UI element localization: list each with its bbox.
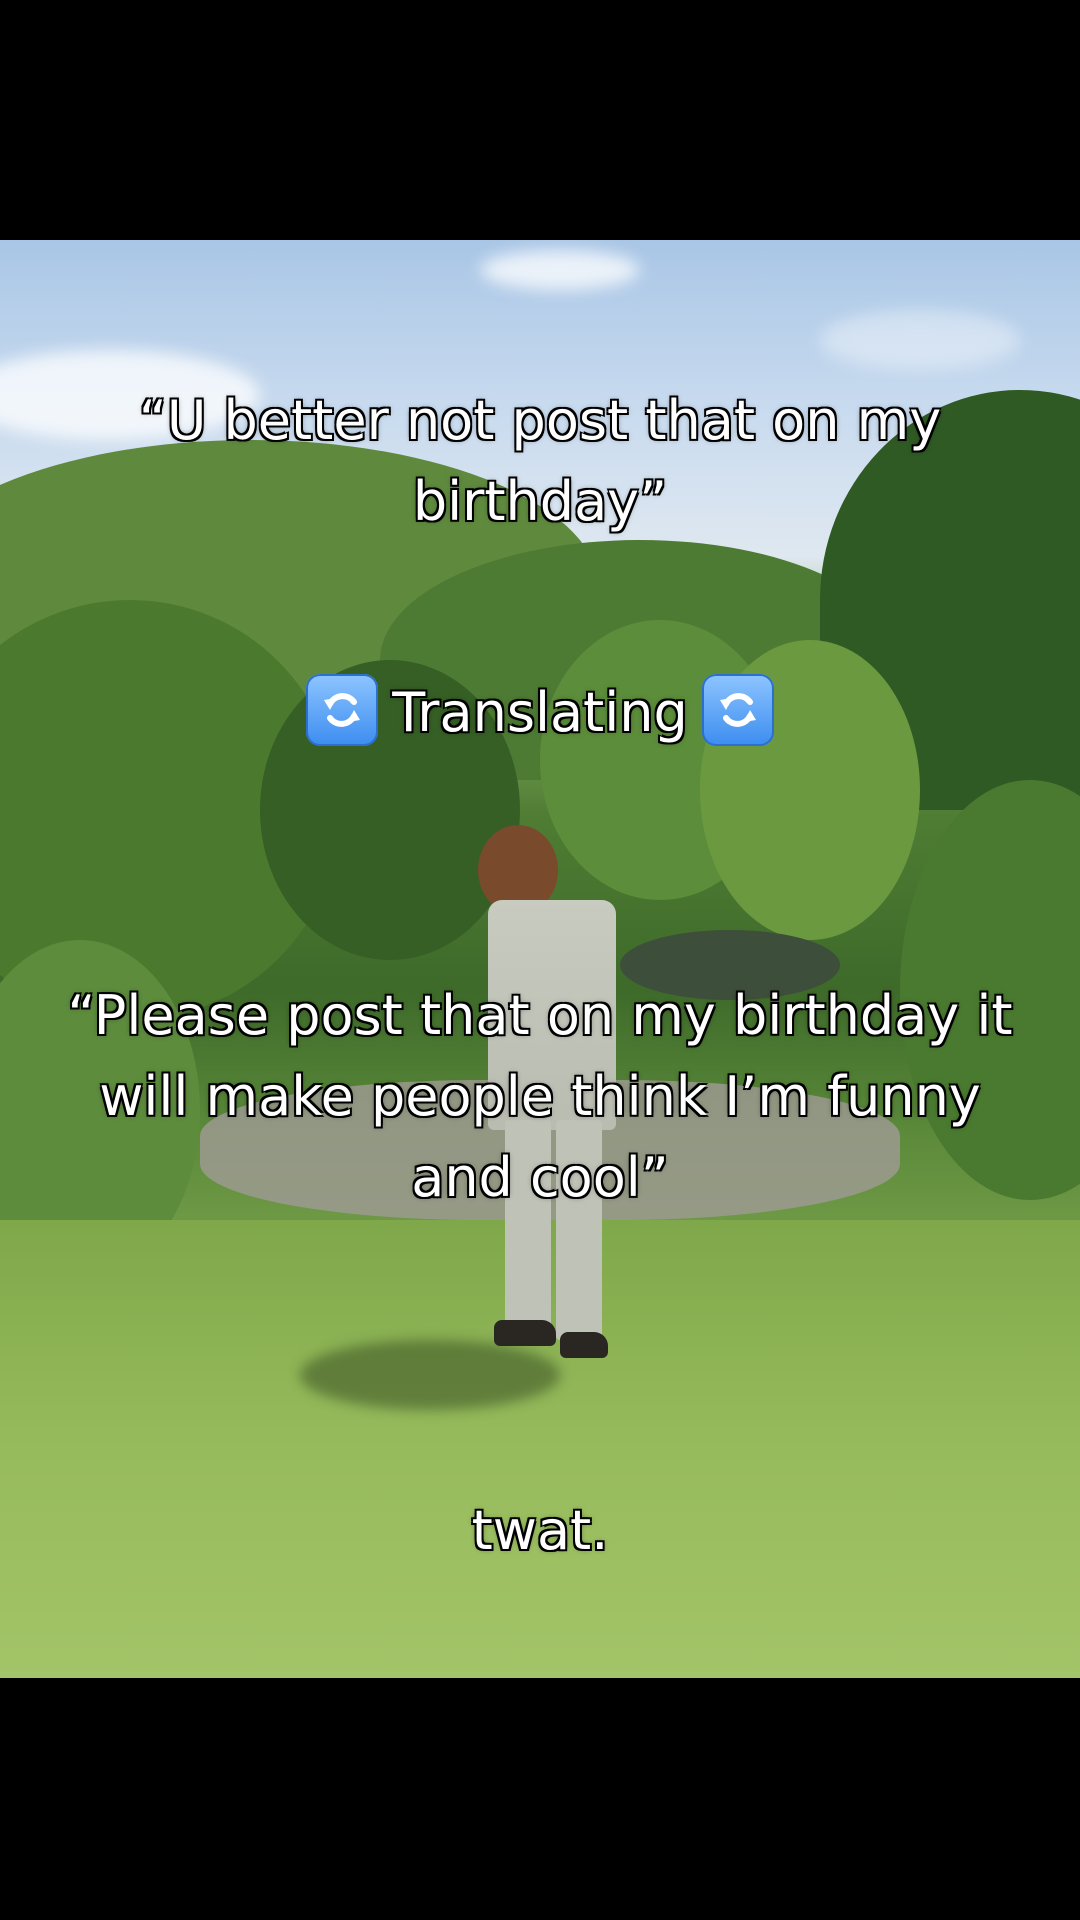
counterclockwise-arrows-icon [701,674,774,747]
translating-label: Translating [392,681,688,744]
video-frame: “U better not post that on my birthday” … [0,0,1080,1920]
counterclockwise-arrows-icon [306,674,379,747]
caption-translating: Translating [60,672,1020,753]
caption-line-1: “U better not post that on my birthday” [138,389,942,533]
caption-line-3: twat. [471,1499,609,1562]
caption-line-2: “Please post that on my birthday it will… [67,984,1013,1209]
